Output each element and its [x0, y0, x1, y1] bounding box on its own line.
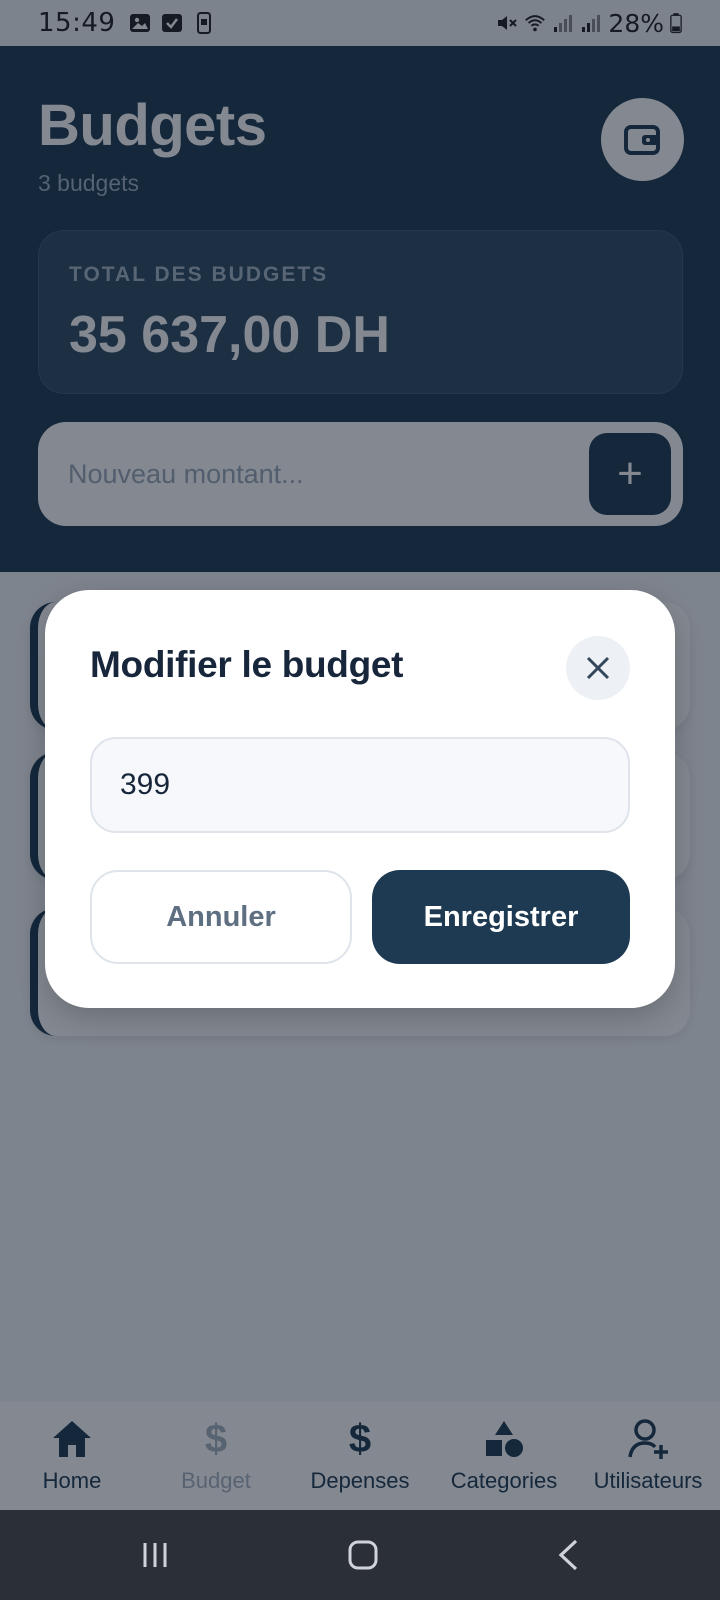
cancel-button[interactable]: Annuler — [90, 870, 352, 964]
close-icon — [586, 656, 610, 680]
edit-budget-dialog: Modifier le budget Annuler Enregistrer — [45, 590, 675, 1008]
home-nav-icon[interactable] — [347, 1539, 379, 1571]
save-button[interactable]: Enregistrer — [372, 870, 630, 964]
budget-amount-input[interactable] — [90, 737, 630, 833]
dialog-title: Modifier le budget — [90, 644, 404, 685]
close-button[interactable] — [566, 636, 630, 700]
back-icon[interactable] — [556, 1538, 580, 1572]
recent-apps-icon[interactable] — [140, 1540, 170, 1570]
system-navigation-bar — [0, 1510, 720, 1600]
